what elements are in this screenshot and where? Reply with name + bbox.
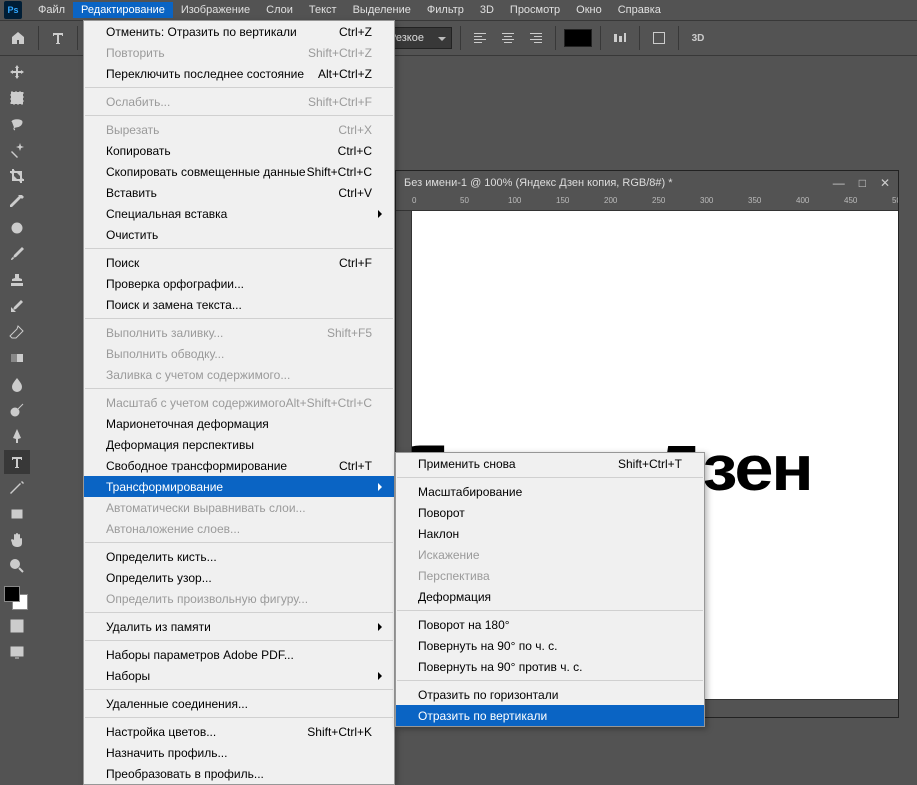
tool-dodge[interactable] (4, 398, 30, 422)
tool-type[interactable] (4, 450, 30, 474)
app-logo: Ps (4, 1, 22, 19)
menu-item[interactable]: Скопировать совмещенные данныеShift+Ctrl… (84, 161, 394, 182)
menu-item: Ослабить...Shift+Ctrl+F (84, 91, 394, 112)
tool-move[interactable] (4, 60, 30, 84)
warp-text-icon[interactable] (609, 27, 631, 49)
tool-stamp[interactable] (4, 268, 30, 292)
menu-item[interactable]: Наклон (396, 523, 704, 544)
menu-item[interactable]: Назначить профиль... (84, 742, 394, 763)
tool-pen[interactable] (4, 424, 30, 448)
minimize-button[interactable]: — (833, 176, 845, 190)
menu-item: Автоматически выравнивать слои... (84, 497, 394, 518)
menubar-item-изображение[interactable]: Изображение (173, 2, 258, 18)
edit-menu: Отменить: Отразить по вертикалиCtrl+ZПов… (83, 20, 395, 785)
menu-item[interactable]: Деформация (396, 586, 704, 607)
menu-item[interactable]: Трансформирование (84, 476, 394, 497)
menubar-item-редактирование[interactable]: Редактирование (73, 2, 173, 18)
menu-item[interactable]: Удаленные соединения... (84, 693, 394, 714)
menu-item[interactable]: Марионеточная деформация (84, 413, 394, 434)
menu-item[interactable]: КопироватьCtrl+C (84, 140, 394, 161)
menu-item[interactable]: Применить сноваShift+Ctrl+T (396, 453, 704, 474)
menu-item[interactable]: Очистить (84, 224, 394, 245)
menu-item[interactable]: Наборы (84, 665, 394, 686)
menu-item[interactable]: Переключить последнее состояниеAlt+Ctrl+… (84, 63, 394, 84)
ruler-horizontal: 050100150200250300350400450500 (396, 195, 898, 211)
tool-crop[interactable] (4, 164, 30, 188)
menu-item[interactable]: ВставитьCtrl+V (84, 182, 394, 203)
menu-item: Искажение (396, 544, 704, 565)
document-titlebar[interactable]: Без имени-1 @ 100% (Яндекс Дзен копия, R… (396, 171, 898, 195)
menu-item: Выполнить заливку...Shift+F5 (84, 322, 394, 343)
menubar-item-просмотр[interactable]: Просмотр (502, 2, 568, 18)
menu-item[interactable]: Свободное трансформированиеCtrl+T (84, 455, 394, 476)
tool-marquee[interactable] (4, 86, 30, 110)
tool-eraser[interactable] (4, 320, 30, 344)
menubar-item-текст[interactable]: Текст (301, 2, 345, 18)
tool-spot[interactable] (4, 216, 30, 240)
document-title: Без имени-1 @ 100% (Яндекс Дзен копия, R… (404, 177, 673, 189)
tool-path[interactable] (4, 476, 30, 500)
menu-item[interactable]: Специальная вставка (84, 203, 394, 224)
align-left-icon[interactable] (469, 27, 491, 49)
menu-item: Масштаб с учетом содержимогоAlt+Shift+Ct… (84, 392, 394, 413)
tool-hand[interactable] (4, 528, 30, 552)
menubar-item-слои[interactable]: Слои (258, 2, 301, 18)
tool-eyedrop[interactable] (4, 190, 30, 214)
align-center-icon[interactable] (497, 27, 519, 49)
menu-item[interactable]: Отразить по вертикали (396, 705, 704, 726)
menu-item: Автоналожение слоев... (84, 518, 394, 539)
menu-item[interactable]: Поворот на 180° (396, 614, 704, 635)
tool-wand[interactable] (4, 138, 30, 162)
maximize-button[interactable]: □ (859, 176, 866, 190)
tool-rect[interactable] (4, 502, 30, 526)
menu-item: Выполнить обводку... (84, 343, 394, 364)
menu-item: ПовторитьShift+Ctrl+Z (84, 42, 394, 63)
menu-item[interactable]: Отменить: Отразить по вертикалиCtrl+Z (84, 21, 394, 42)
menu-item[interactable]: Деформация перспективы (84, 434, 394, 455)
color-swatches[interactable] (4, 586, 30, 612)
menubar-item-окно[interactable]: Окно (568, 2, 610, 18)
menu-item: Заливка с учетом содержимого... (84, 364, 394, 385)
tools-panel (0, 56, 34, 664)
align-right-icon[interactable] (525, 27, 547, 49)
menu-item[interactable]: ПоискCtrl+F (84, 252, 394, 273)
tool-gradient[interactable] (4, 346, 30, 370)
tool-quickmask[interactable] (4, 614, 30, 638)
tool-brush[interactable] (4, 242, 30, 266)
menu-item: Определить произвольную фигуру... (84, 588, 394, 609)
menu-item[interactable]: Поворот (396, 502, 704, 523)
text-color-swatch[interactable] (564, 29, 592, 47)
transform-submenu: Применить сноваShift+Ctrl+T Масштабирован… (395, 452, 705, 727)
menubar: Ps ФайлРедактированиеИзображениеСлоиТекс… (0, 0, 917, 20)
home-button[interactable] (6, 26, 30, 50)
menu-item[interactable]: Поиск и замена текста... (84, 294, 394, 315)
menu-item[interactable]: Проверка орфографии... (84, 273, 394, 294)
tool-blur[interactable] (4, 372, 30, 396)
menu-item[interactable]: Отразить по горизонтали (396, 684, 704, 705)
menu-item[interactable]: Преобразовать в профиль... (84, 763, 394, 784)
menu-item[interactable]: Масштабирование (396, 481, 704, 502)
close-button[interactable]: ✕ (880, 176, 890, 190)
menu-item[interactable]: Наборы параметров Adobe PDF... (84, 644, 394, 665)
paragraph-panel-icon[interactable] (648, 27, 670, 49)
menubar-item-файл[interactable]: Файл (30, 2, 73, 18)
3d-icon[interactable]: 3D (687, 27, 709, 49)
tool-zoom[interactable] (4, 554, 30, 578)
menu-item: ВырезатьCtrl+X (84, 119, 394, 140)
type-tool-indicator (47, 27, 69, 49)
tool-history[interactable] (4, 294, 30, 318)
menu-item[interactable]: Повернуть на 90° по ч. с. (396, 635, 704, 656)
menubar-item-фильтр[interactable]: Фильтр (419, 2, 472, 18)
menu-item[interactable]: Определить узор... (84, 567, 394, 588)
menu-item[interactable]: Определить кисть... (84, 546, 394, 567)
menubar-item-3d[interactable]: 3D (472, 2, 502, 18)
menu-item: Перспектива (396, 565, 704, 586)
menu-item[interactable]: Повернуть на 90° против ч. с. (396, 656, 704, 677)
tool-screenmode[interactable] (4, 640, 30, 664)
menu-item[interactable]: Удалить из памяти (84, 616, 394, 637)
menubar-item-выделение[interactable]: Выделение (345, 2, 419, 18)
menubar-item-справка[interactable]: Справка (610, 2, 669, 18)
tool-lasso[interactable] (4, 112, 30, 136)
